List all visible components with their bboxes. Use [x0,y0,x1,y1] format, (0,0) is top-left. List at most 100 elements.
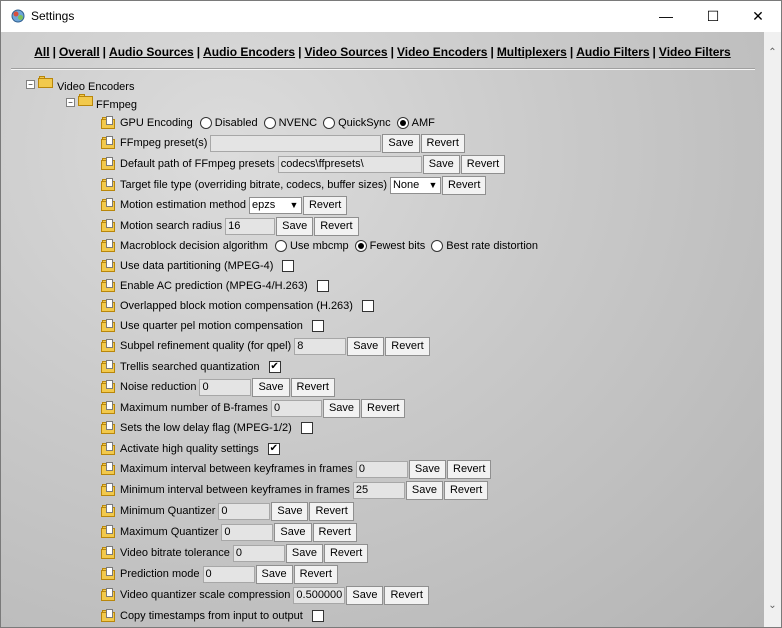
noise-reduction-input[interactable] [199,378,252,396]
setting-icon [101,198,118,212]
setting-row-data-partitioning: Use data partitioning (MPEG-4) [101,256,295,276]
target-file-type-select[interactable]: None ▼ [389,176,441,194]
setting-icon [101,178,118,192]
data-partitioning-checkbox[interactable] [282,260,295,272]
save-button[interactable]: Save [255,564,293,584]
save-button[interactable]: Save [276,216,314,236]
revert-button[interactable]: Revert [420,133,465,153]
revert-button[interactable]: Revert [309,501,354,521]
save-button[interactable]: Save [285,543,323,563]
radio-amf[interactable] [396,117,409,129]
radio-fewest-bits[interactable] [354,240,367,252]
save-button[interactable]: Save [422,154,460,174]
setting-row-qpel: Use quarter pel motion compensation [101,316,324,336]
setting-row-min-keyint: Minimum interval between keyframes in fr… [101,480,489,500]
nav-link-audio-filters[interactable]: Audio Filters [576,45,649,59]
revert-button[interactable]: Revert [314,216,359,236]
save-button[interactable]: Save [322,398,361,418]
setting-row-gpu-encoding: GPU Encoding Disabled NVENC QuickSync AM… [101,113,437,133]
prediction-mode-input[interactable] [202,565,255,583]
nav-link-audio-encoders[interactable]: Audio Encoders [203,45,295,59]
vertical-scrollbar[interactable]: ⌃ ⌄ [764,32,781,627]
setting-row-target-file-type: Target file type (overriding bitrate, co… [101,175,487,195]
setting-row-obmc: Overlapped block motion compensation (H.… [101,296,374,316]
nav-link-video-filters[interactable]: Video Filters [659,45,731,59]
close-button[interactable]: ✕ [735,1,781,31]
checkmark-icon: ✔ [269,443,278,454]
motion-estimation-select[interactable]: epzs ▼ [248,196,302,214]
nav-link-video-encoders[interactable]: Video Encoders [397,45,487,59]
save-button[interactable]: Save [271,501,309,521]
default-path-input[interactable] [277,155,422,173]
setting-label: Enable AC prediction (MPEG-4/H.263) [120,280,308,292]
radio-quicksync[interactable] [323,117,336,129]
tree-node-video-encoders[interactable]: Video Encoders [57,81,134,93]
collapse-toggle-ffmpeg[interactable]: − [66,98,75,107]
radio-use-mbcmp[interactable] [274,240,287,252]
revert-button[interactable]: Revert [312,522,357,542]
setting-label: Copy timestamps from input to output [120,610,303,622]
min-quantizer-input[interactable] [218,502,271,520]
setting-label: Video quantizer scale compression [120,589,291,601]
chevron-down-icon: ▼ [289,200,299,210]
scroll-up-icon[interactable]: ⌃ [764,44,781,61]
radio-label: Best rate distortion [446,240,538,252]
collapse-toggle-video-encoders[interactable]: − [26,80,35,89]
revert-button[interactable]: Revert [384,585,429,605]
revert-button[interactable]: Revert [443,480,489,500]
nav-link-overall[interactable]: Overall [59,45,100,59]
save-button[interactable]: Save [405,480,443,500]
maximize-button[interactable]: ☐ [690,1,736,31]
radio-best-rate-distortion[interactable] [431,240,444,252]
ffmpeg-presets-input[interactable] [210,134,382,152]
revert-button[interactable]: Revert [441,175,487,195]
nav-link-multiplexers[interactable]: Multiplexers [497,45,567,59]
save-button[interactable]: Save [408,459,446,479]
scroll-down-icon[interactable]: ⌄ [764,597,781,614]
tree-node-ffmpeg[interactable]: FFmpeg [96,99,137,111]
max-quantizer-input[interactable] [221,523,274,541]
revert-button[interactable]: Revert [447,459,492,479]
min-keyint-input[interactable] [352,481,405,499]
revert-button[interactable]: Revert [323,543,369,563]
ac-prediction-checkbox[interactable] [316,280,329,292]
revert-button[interactable]: Revert [293,564,338,584]
setting-row-subpel: Subpel refinement quality (for qpel) Sav… [101,336,430,356]
save-button[interactable]: Save [274,522,312,542]
save-button[interactable]: Save [382,133,420,153]
setting-row-default-path: Default path of FFmpeg presets Save Reve… [101,154,506,174]
nav-link-all[interactable]: All [34,45,49,59]
copy-timestamps-checkbox[interactable] [311,610,324,622]
revert-button[interactable]: Revert [290,377,335,397]
save-button[interactable]: Save [347,336,385,356]
trellis-checkbox[interactable]: ✔ [268,361,281,373]
nav-link-video-sources[interactable]: Video Sources [304,45,387,59]
radio-disabled[interactable] [199,117,212,129]
bitrate-tolerance-input[interactable] [232,544,285,562]
subpel-input[interactable] [294,337,347,355]
setting-icon [101,567,118,581]
radio-label: NVENC [278,117,318,129]
high-quality-checkbox[interactable]: ✔ [267,443,280,455]
revert-button[interactable]: Revert [361,398,406,418]
low-delay-checkbox[interactable] [300,422,313,434]
setting-icon [101,462,118,476]
revert-button[interactable]: Revert [460,154,506,174]
setting-icon [101,299,118,313]
revert-button[interactable]: Revert [385,336,430,356]
minimize-button[interactable]: — [643,1,689,31]
divider [11,68,755,70]
qpel-checkbox[interactable] [311,320,324,332]
nav-link-audio-sources[interactable]: Audio Sources [109,45,194,59]
obmc-checkbox[interactable] [361,300,374,312]
max-bframes-input[interactable] [270,399,322,417]
setting-label: Maximum interval between keyframes in fr… [120,463,353,475]
qcompress-input[interactable] [293,586,346,604]
setting-row-min-quantizer: Minimum Quantizer Save Revert [101,501,354,521]
motion-search-radius-input[interactable] [225,217,276,235]
radio-nvenc[interactable] [263,117,276,129]
save-button[interactable]: Save [346,585,384,605]
save-button[interactable]: Save [252,377,290,397]
max-keyint-input[interactable] [355,460,408,478]
revert-button[interactable]: Revert [302,195,348,215]
